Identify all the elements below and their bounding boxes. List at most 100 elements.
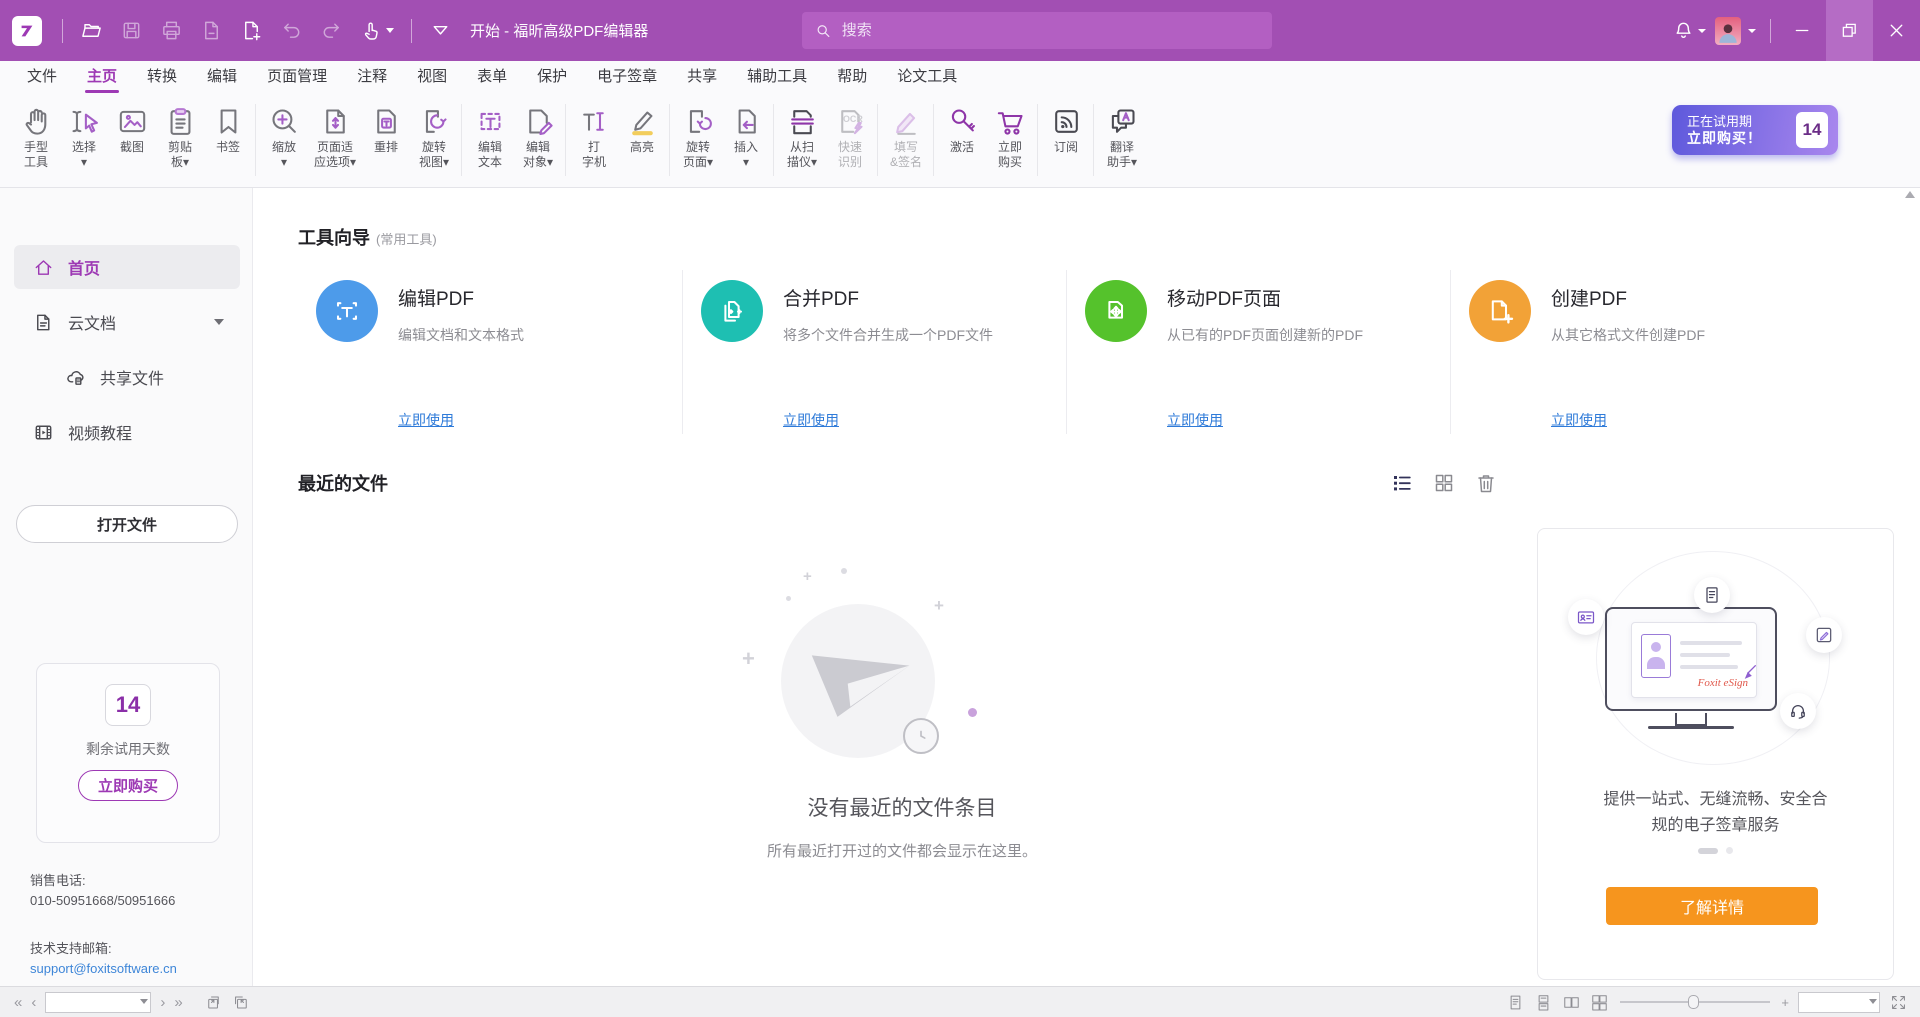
quick-ocr-button[interactable]: OCR 快速 识别 xyxy=(826,100,874,172)
grid-view-button[interactable] xyxy=(1432,471,1456,495)
chevron-down-icon[interactable] xyxy=(1869,999,1877,1004)
list-view-button[interactable] xyxy=(1390,471,1414,495)
hand-gesture-icon[interactable] xyxy=(351,10,403,52)
hand-tool-button[interactable]: 手型 工具 xyxy=(12,100,60,172)
edit-text-icon xyxy=(474,105,507,138)
carousel-dots[interactable] xyxy=(1538,847,1893,854)
learn-more-button[interactable]: 了解详情 xyxy=(1606,887,1818,925)
search-box[interactable] xyxy=(802,12,1272,49)
previous-view-button[interactable] xyxy=(204,993,223,1012)
toolbar-collapse-icon[interactable] xyxy=(420,10,460,52)
subscribe-button[interactable]: 订阅 xyxy=(1042,100,1090,157)
zoom-level-input[interactable] xyxy=(1799,995,1879,1009)
fill-sign-button[interactable]: 填写 &签名 xyxy=(882,100,930,172)
menu-edit[interactable]: 编辑 xyxy=(192,61,252,95)
menu-help[interactable]: 帮助 xyxy=(822,61,882,95)
minimize-button[interactable] xyxy=(1779,0,1826,61)
menu-view[interactable]: 视图 xyxy=(402,61,462,95)
use-now-link[interactable]: 立即使用 xyxy=(1551,410,1607,430)
highlight-button[interactable]: 高亮 xyxy=(618,100,666,172)
open-file-button[interactable]: 打开文件 xyxy=(16,505,238,543)
fullscreen-button[interactable] xyxy=(1889,993,1908,1012)
insert-button[interactable]: 插入 ▾ xyxy=(722,100,770,172)
buy-now-pill-button[interactable]: 立即购买 xyxy=(78,770,178,801)
rotate-pages-button[interactable]: 旋转 页面▾ xyxy=(674,100,722,172)
search-input[interactable] xyxy=(842,22,1260,39)
rotate-view-button[interactable]: 旋转 视图▾ xyxy=(410,100,458,172)
page-number-box[interactable] xyxy=(45,992,151,1013)
menu-comment[interactable]: 注释 xyxy=(342,61,402,95)
notifications-bell-icon[interactable] xyxy=(1669,10,1709,52)
edit-text-button[interactable]: 编辑 文本 xyxy=(466,100,514,172)
next-page-button[interactable]: › xyxy=(160,995,165,1010)
carousel-dot[interactable] xyxy=(1726,847,1733,854)
edit-object-button[interactable]: 编辑 对象▾ xyxy=(514,100,562,172)
button-label: 视图▾ xyxy=(419,155,449,170)
bookmark-button[interactable]: 书签 xyxy=(204,100,252,172)
from-scanner-button[interactable]: 从扫 描仪▾ xyxy=(778,100,826,172)
zoom-button[interactable]: 缩放 ▾ xyxy=(260,100,308,172)
scrollbar-up-arrow[interactable] xyxy=(1905,191,1915,198)
activate-button[interactable]: 激活 xyxy=(938,100,986,172)
page-number-input[interactable] xyxy=(46,995,150,1009)
menu-accessibility[interactable]: 辅助工具 xyxy=(732,61,822,95)
menu-share[interactable]: 共享 xyxy=(672,61,732,95)
carousel-dot-active[interactable] xyxy=(1698,848,1718,854)
menu-paper-tools[interactable]: 论文工具 xyxy=(882,61,972,95)
first-page-button[interactable]: « xyxy=(14,995,22,1010)
use-now-link[interactable]: 立即使用 xyxy=(398,410,454,430)
single-page-view-button[interactable] xyxy=(1506,993,1525,1012)
continuous-view-button[interactable] xyxy=(1534,993,1553,1012)
prev-page-button[interactable]: ‹ xyxy=(31,995,36,1010)
trial-banner[interactable]: 正在试用期 立即购买！ 14 xyxy=(1672,105,1838,155)
zoom-slider[interactable] xyxy=(1620,1001,1770,1003)
menu-home[interactable]: 主页 xyxy=(72,61,132,95)
menu-esign[interactable]: 电子签章 xyxy=(582,61,672,95)
fit-page-button[interactable]: 页面适 应选项▾ xyxy=(308,100,362,172)
clear-recent-trash-button[interactable] xyxy=(1474,471,1498,495)
translate-assistant-button[interactable]: 翻译 助手▾ xyxy=(1098,100,1146,172)
chevron-down-icon[interactable] xyxy=(214,319,224,325)
add-page-icon[interactable] xyxy=(231,10,271,52)
chevron-down-icon[interactable] xyxy=(140,999,148,1004)
open-file-icon[interactable] xyxy=(71,10,111,52)
zoom-in-button[interactable]: + xyxy=(1781,996,1789,1009)
highlighter-icon xyxy=(626,105,659,138)
sidebar-item-video-tutorials[interactable]: 视频教程 xyxy=(14,410,240,454)
sidebar-item-home[interactable]: 首页 xyxy=(14,245,240,289)
account-menu[interactable] xyxy=(1715,17,1756,45)
clipboard-button[interactable]: 剪贴 板▾ xyxy=(156,100,204,172)
chevron-down-icon xyxy=(386,28,394,33)
next-view-button[interactable] xyxy=(232,993,251,1012)
close-button[interactable] xyxy=(1873,0,1920,61)
save-icon[interactable] xyxy=(111,10,151,52)
use-now-link[interactable]: 立即使用 xyxy=(1167,410,1223,430)
snapshot-button[interactable]: 截图 xyxy=(108,100,156,172)
button-label: 旋转 xyxy=(422,140,446,155)
support-email-link[interactable]: support@foxitsoftware.cn xyxy=(30,961,177,976)
button-label: 激活 xyxy=(950,140,974,155)
sidebar-item-cloud-docs[interactable]: 云文档 xyxy=(14,300,240,344)
menu-form[interactable]: 表单 xyxy=(462,61,522,95)
reflow-button[interactable]: 重排 xyxy=(362,100,410,172)
zoom-slider-thumb[interactable] xyxy=(1688,995,1699,1009)
zoom-level-box[interactable] xyxy=(1798,992,1880,1013)
redo-icon[interactable] xyxy=(311,10,351,52)
use-now-link[interactable]: 立即使用 xyxy=(783,410,839,430)
restore-button[interactable] xyxy=(1826,0,1873,61)
menu-file[interactable]: 文件 xyxy=(12,61,72,95)
facing-continuous-view-button[interactable] xyxy=(1590,993,1609,1012)
last-page-button[interactable]: » xyxy=(174,995,182,1010)
delete-page-icon[interactable] xyxy=(191,10,231,52)
undo-icon[interactable] xyxy=(271,10,311,52)
select-tool-button[interactable]: 选择 ▾ xyxy=(60,100,108,172)
sidebar-item-shared-files[interactable]: 共享文件 xyxy=(14,355,240,399)
buy-now-button[interactable]: 立即 购买 xyxy=(986,100,1034,172)
menu-convert[interactable]: 转换 xyxy=(132,61,192,95)
print-icon[interactable] xyxy=(151,10,191,52)
typewriter-button[interactable]: 打 字机 xyxy=(570,100,618,172)
facing-view-button[interactable] xyxy=(1562,993,1581,1012)
button-label: 应选项▾ xyxy=(314,155,356,170)
menu-page-organize[interactable]: 页面管理 xyxy=(252,61,342,95)
menu-protect[interactable]: 保护 xyxy=(522,61,582,95)
